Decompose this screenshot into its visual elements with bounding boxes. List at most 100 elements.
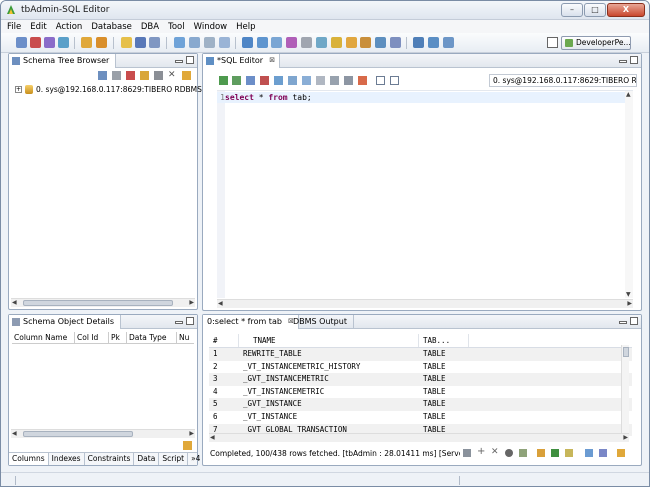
table-row[interactable]: 1 REWRITE_TABLE TABLE	[209, 348, 632, 361]
menu-window[interactable]: Window	[194, 22, 228, 32]
maximize-button[interactable]: □	[584, 3, 606, 17]
copy-icon[interactable]	[565, 449, 573, 457]
scroll-right-icon[interactable]: ▶	[189, 430, 194, 437]
results-vscroll[interactable]	[621, 345, 629, 433]
clear-icon[interactable]	[358, 76, 367, 85]
scroll-left-icon[interactable]: ◀	[12, 299, 17, 306]
split-icon[interactable]	[390, 76, 399, 85]
scroll-thumb[interactable]	[623, 347, 629, 357]
minimize-panel-icon[interactable]	[175, 60, 183, 63]
sync-icon[interactable]	[443, 37, 454, 48]
menu-file[interactable]: File	[7, 22, 21, 32]
query-icon[interactable]	[189, 37, 200, 48]
tab-result-set[interactable]: 0:select * from tab ⊠	[203, 315, 299, 329]
table-row[interactable]: 5 _GVT_INSTANCE TABLE	[209, 398, 632, 411]
tab-sql-editor[interactable]: *SQL Editor ⊠	[203, 54, 281, 68]
close-button[interactable]: X	[607, 3, 645, 17]
scroll-left-icon[interactable]: ◀	[12, 430, 17, 437]
rollback-icon[interactable]	[288, 76, 297, 85]
column-header[interactable]: Pk	[109, 332, 127, 343]
column-header[interactable]: Col Id	[75, 332, 109, 343]
column-header[interactable]: TAB...	[419, 334, 469, 347]
cell-tname[interactable]: _VT_INSTANCEMETRIC	[239, 386, 419, 399]
connection-selector[interactable]: 0. sys@192.168.0.117:8629:TIBERO RDBM	[489, 74, 637, 87]
column-header[interactable]: Column Name	[12, 332, 75, 343]
column-header[interactable]: Data Type	[127, 332, 177, 343]
minimize-panel-icon[interactable]	[619, 321, 627, 324]
download-icon[interactable]	[428, 37, 439, 48]
scroll-left-icon[interactable]: ◀	[210, 434, 215, 441]
open-folder-icon[interactable]	[121, 37, 132, 48]
tree-node-connection[interactable]: + 0. sys@192.168.0.117:8629:TIBERO RDBMS…	[15, 85, 209, 94]
minimize-panel-icon[interactable]	[619, 60, 627, 63]
menu-database[interactable]: Database	[91, 22, 132, 32]
disconnect-icon[interactable]	[30, 37, 41, 48]
details-hscroll[interactable]: ◀ ▶	[11, 429, 195, 438]
table-row[interactable]: 2 _VT_INSTANCEMETRIC_HISTORY TABLE	[209, 361, 632, 374]
close-tab-icon[interactable]: ⊠	[269, 54, 275, 67]
cell-tname[interactable]: _GVT_INSTANCE	[239, 398, 419, 411]
scroll-right-icon[interactable]: ▶	[627, 300, 632, 307]
execute-all-icon[interactable]	[232, 76, 241, 85]
menu-dba[interactable]: DBA	[141, 22, 159, 32]
schema-tree-hscroll[interactable]: ◀ ▶	[11, 298, 195, 307]
settings-icon[interactable]	[331, 37, 342, 48]
refresh-icon[interactable]	[98, 71, 107, 80]
editor-vscroll[interactable]: ▲ ▼	[625, 91, 633, 298]
sql-editor-icon[interactable]	[174, 37, 185, 48]
maximize-panel-icon[interactable]	[186, 56, 194, 64]
scroll-thumb[interactable]	[23, 300, 173, 306]
popup-icon[interactable]	[599, 449, 607, 457]
table-view-icon[interactable]	[219, 37, 230, 48]
tab-dbms-output[interactable]: DBMS Output	[289, 315, 354, 329]
cell-tabtype[interactable]: TABLE	[419, 361, 469, 374]
cell-tabtype[interactable]: TABLE	[419, 398, 469, 411]
menu-action[interactable]: Action	[56, 22, 83, 32]
commit-icon[interactable]	[274, 76, 283, 85]
edit-row-icon[interactable]	[463, 449, 471, 457]
minimize-panel-icon[interactable]	[175, 321, 183, 324]
upload-icon[interactable]	[413, 37, 424, 48]
tab-script[interactable]: Script	[159, 453, 189, 465]
scroll-right-icon[interactable]: ▶	[623, 434, 628, 441]
expand-icon[interactable]: +	[15, 86, 22, 93]
menu-help[interactable]: Help	[236, 22, 255, 32]
wrench-icon[interactable]	[301, 37, 312, 48]
sql-text-area[interactable]: 1select * from tab; ▲ ▼	[217, 90, 633, 298]
export-icon[interactable]	[360, 37, 371, 48]
session-icon[interactable]	[257, 37, 268, 48]
cell-tabtype[interactable]: TABLE	[419, 386, 469, 399]
storage-icon[interactable]	[271, 37, 282, 48]
comment-icon[interactable]	[330, 76, 339, 85]
link-icon[interactable]	[182, 71, 191, 80]
maximize-panel-icon[interactable]	[630, 317, 638, 325]
database-icon[interactable]	[58, 37, 69, 48]
scroll-thumb[interactable]	[23, 431, 133, 437]
column-header[interactable]: TNAME	[239, 334, 419, 347]
column-header[interactable]: Nu	[177, 332, 194, 343]
history-icon[interactable]	[302, 76, 311, 85]
scroll-down-icon[interactable]: ▼	[626, 291, 631, 298]
cell-tname[interactable]: _GVT_INSTANCEMETRIC	[239, 373, 419, 386]
tab-constraints[interactable]: Constraints	[85, 453, 135, 465]
export-grid-icon[interactable]	[537, 449, 545, 457]
stop-icon[interactable]	[260, 76, 269, 85]
delete-icon[interactable]: ✕	[168, 71, 177, 80]
delete-row-icon[interactable]: ✕	[491, 447, 499, 457]
table-row[interactable]: 3 _GVT_INSTANCEMETRIC TABLE	[209, 373, 632, 386]
schema-icon[interactable]	[346, 37, 357, 48]
maximize-panel-icon[interactable]	[186, 317, 194, 325]
minimize-button[interactable]: –	[561, 3, 583, 17]
execute-icon[interactable]	[219, 76, 228, 85]
tab-data[interactable]: Data	[134, 453, 160, 465]
tab-columns[interactable]: Columns	[9, 453, 49, 465]
import-icon[interactable]	[375, 37, 386, 48]
scroll-left-icon[interactable]: ◀	[218, 300, 223, 307]
grid-icon[interactable]	[242, 37, 253, 48]
expand-icon[interactable]	[585, 449, 593, 457]
link-icon[interactable]	[617, 449, 625, 457]
fetch-next-icon[interactable]	[505, 449, 513, 457]
perspective-button[interactable]: DeveloperPe...	[561, 36, 631, 50]
tab-indexes[interactable]: Indexes	[49, 453, 85, 465]
menu-tool[interactable]: Tool	[168, 22, 185, 32]
